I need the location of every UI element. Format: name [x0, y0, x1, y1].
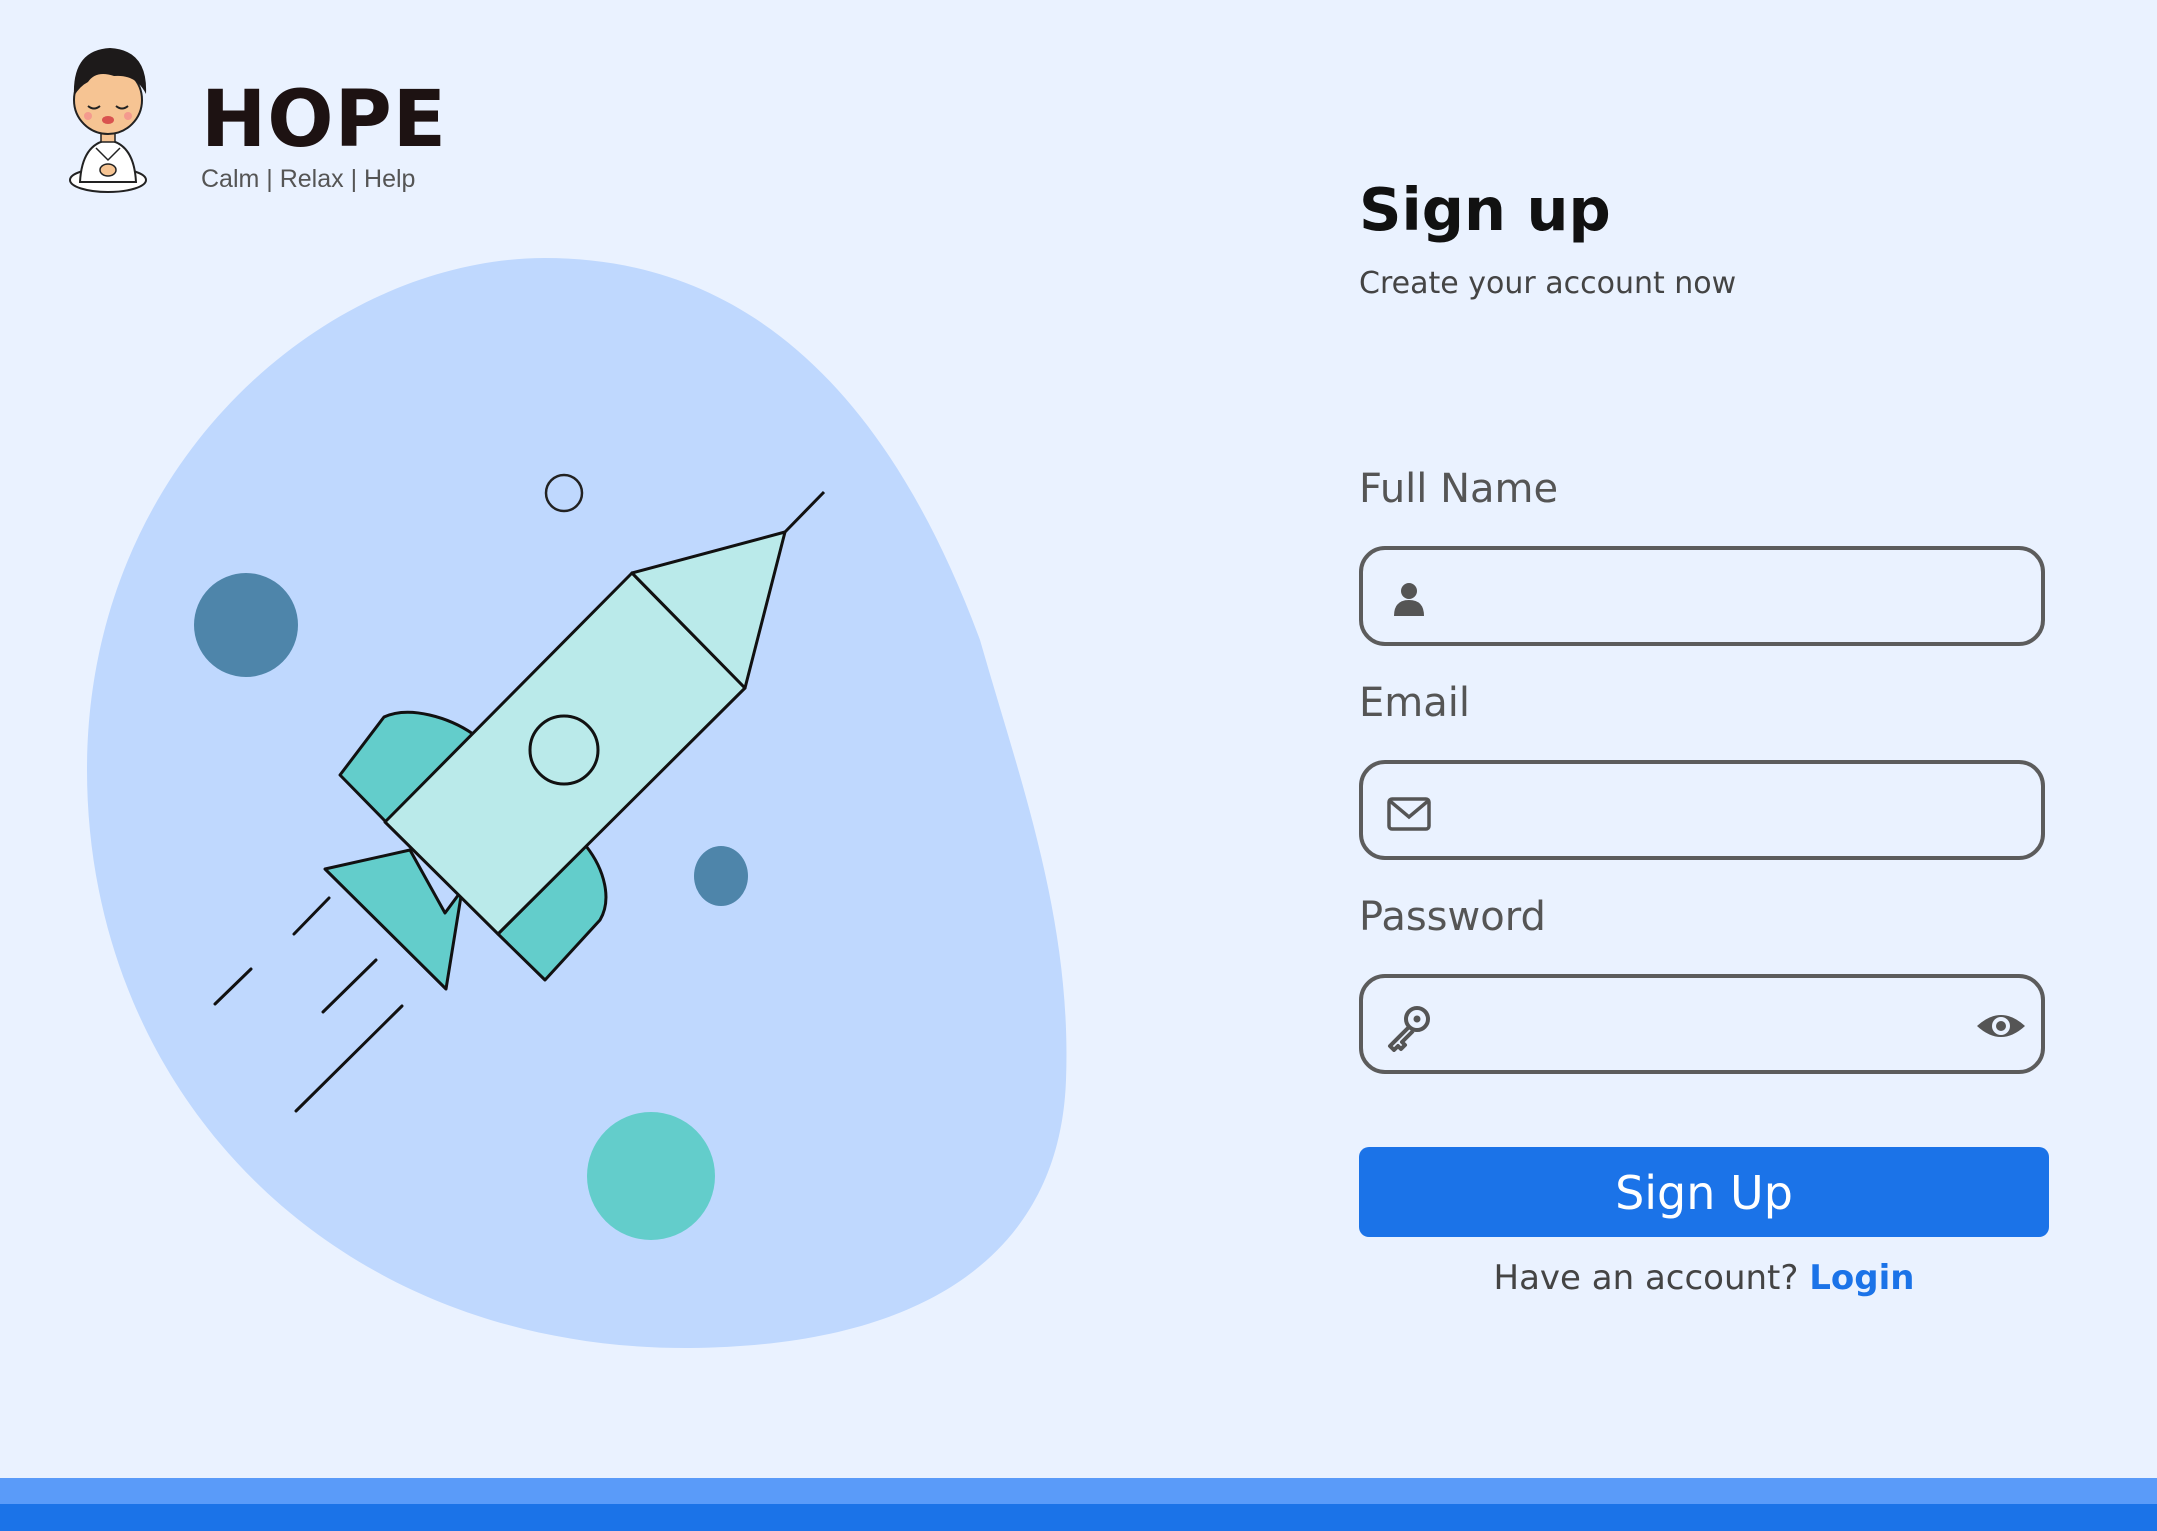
- sign-up-button[interactable]: Sign Up: [1359, 1147, 2049, 1237]
- user-icon: [1394, 583, 1424, 616]
- full-name-label: Full Name: [1359, 466, 1559, 512]
- page-title: Sign up: [1359, 175, 1611, 244]
- planet-small: [694, 846, 748, 906]
- planet-large: [194, 573, 298, 677]
- rocket-illustration: [87, 258, 1067, 1349]
- footer-bar-dark: [0, 1504, 2157, 1531]
- full-name-field[interactable]: [1359, 546, 2045, 646]
- email-label: Email: [1359, 680, 1470, 726]
- full-name-input[interactable]: [1448, 550, 1952, 644]
- page-subtitle: Create your account now: [1359, 266, 1737, 301]
- footer-bar-light: [0, 1478, 2157, 1504]
- brand-tagline: Calm | Relax | Help: [201, 165, 416, 193]
- login-link[interactable]: Login: [1809, 1258, 1914, 1298]
- email-input[interactable]: [1448, 764, 1952, 858]
- meditating-boy-avatar: [69, 48, 147, 193]
- key-icon: [1388, 1006, 1430, 1052]
- eye-icon[interactable]: [1975, 1004, 2027, 1048]
- password-field[interactable]: [1359, 974, 2045, 1074]
- brand-name: HOPE: [201, 75, 448, 165]
- email-field[interactable]: [1359, 760, 2045, 860]
- envelope-icon: [1387, 797, 1431, 831]
- password-label: Password: [1359, 894, 1546, 940]
- login-prompt-text: Have an account?: [1493, 1258, 1799, 1298]
- planet-teal: [587, 1112, 715, 1240]
- login-prompt: Have an account? Login: [1359, 1258, 2049, 1298]
- password-input[interactable]: [1448, 978, 1952, 1072]
